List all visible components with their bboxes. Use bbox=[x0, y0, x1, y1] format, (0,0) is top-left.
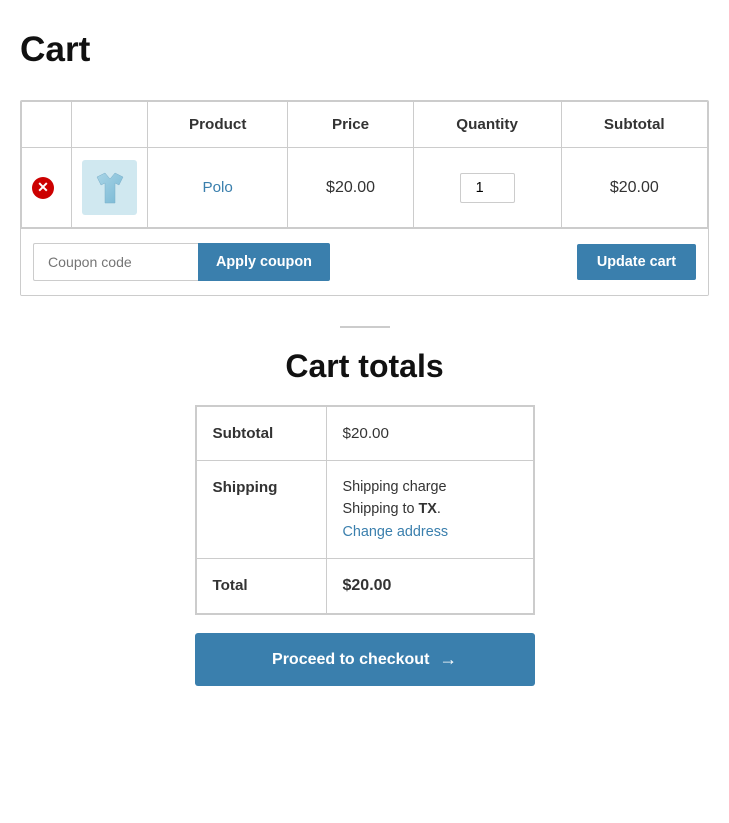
remove-icon: ✕ bbox=[32, 177, 54, 199]
quantity-input[interactable] bbox=[460, 173, 515, 203]
subtotal-label: Subtotal bbox=[196, 407, 326, 461]
shipping-label: Shipping bbox=[196, 461, 326, 559]
col-image-header bbox=[72, 102, 148, 148]
shipping-state: TX bbox=[419, 501, 437, 517]
section-divider bbox=[340, 326, 390, 328]
cart-totals-title: Cart totals bbox=[285, 348, 443, 385]
shipping-charge-text: Shipping charge bbox=[343, 479, 517, 495]
update-cart-button[interactable]: Update cart bbox=[577, 244, 696, 280]
shipping-to-text: Shipping to TX. bbox=[343, 501, 517, 517]
product-subtotal-cell: $20.00 bbox=[561, 148, 707, 228]
product-name-cell: Polo bbox=[148, 148, 288, 228]
product-thumbnail bbox=[82, 160, 137, 215]
product-price-cell: $20.00 bbox=[288, 148, 413, 228]
col-quantity-header: Quantity bbox=[413, 102, 561, 148]
total-amount: $20.00 bbox=[343, 577, 392, 594]
checkout-arrow-icon: → bbox=[439, 649, 457, 670]
apply-coupon-button[interactable]: Apply coupon bbox=[198, 243, 330, 281]
col-product-header: Product bbox=[148, 102, 288, 148]
subtotal-value: $20.00 bbox=[326, 407, 533, 461]
coupon-code-input[interactable] bbox=[33, 243, 198, 281]
table-row: ✕ bbox=[22, 148, 708, 228]
totals-table: Subtotal $20.00 Shipping Shipping charge… bbox=[196, 406, 534, 614]
shipping-row: Shipping Shipping charge Shipping to TX.… bbox=[196, 461, 533, 559]
coupon-left: Apply coupon bbox=[33, 243, 330, 281]
total-row: Total $20.00 bbox=[196, 559, 533, 614]
subtotal-row: Subtotal $20.00 bbox=[196, 407, 533, 461]
cart-table-wrapper: Product Price Quantity Subtotal ✕ bbox=[20, 100, 709, 296]
proceed-to-checkout-button[interactable]: Proceed to checkout → bbox=[195, 633, 535, 686]
remove-item-button[interactable]: ✕ bbox=[32, 177, 54, 199]
col-remove-header bbox=[22, 102, 72, 148]
coupon-row: Apply coupon Update cart bbox=[21, 228, 708, 295]
col-price-header: Price bbox=[288, 102, 413, 148]
product-image-cell bbox=[72, 148, 148, 228]
cart-table: Product Price Quantity Subtotal ✕ bbox=[21, 101, 708, 228]
product-quantity-cell bbox=[413, 148, 561, 228]
shirt-svg-icon bbox=[89, 167, 131, 209]
col-subtotal-header: Subtotal bbox=[561, 102, 707, 148]
total-value: $20.00 bbox=[326, 559, 533, 614]
product-link[interactable]: Polo bbox=[202, 179, 232, 196]
shipping-details: Shipping charge Shipping to TX. Change a… bbox=[326, 461, 533, 559]
cart-totals-section: Cart totals Subtotal $20.00 Shipping Shi… bbox=[20, 348, 709, 686]
change-address-link[interactable]: Change address bbox=[343, 524, 449, 540]
page-title: Cart bbox=[20, 30, 709, 70]
shipping-to-prefix: Shipping to bbox=[343, 501, 419, 517]
checkout-label: Proceed to checkout bbox=[272, 651, 429, 669]
shipping-period: . bbox=[437, 501, 441, 517]
totals-table-wrapper: Subtotal $20.00 Shipping Shipping charge… bbox=[195, 405, 535, 615]
total-label: Total bbox=[196, 559, 326, 614]
remove-cell: ✕ bbox=[22, 148, 72, 228]
